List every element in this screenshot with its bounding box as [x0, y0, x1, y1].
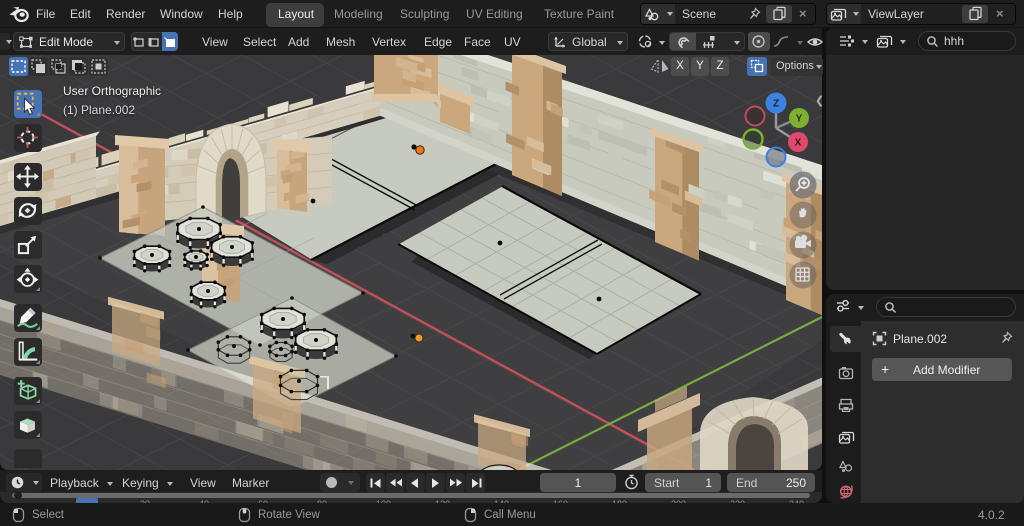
svg-text:X: X	[795, 138, 802, 149]
svg-text:Z: Z	[773, 99, 779, 110]
svg-text:❮: ❮	[815, 95, 822, 107]
svg-text:Y: Y	[796, 114, 803, 125]
